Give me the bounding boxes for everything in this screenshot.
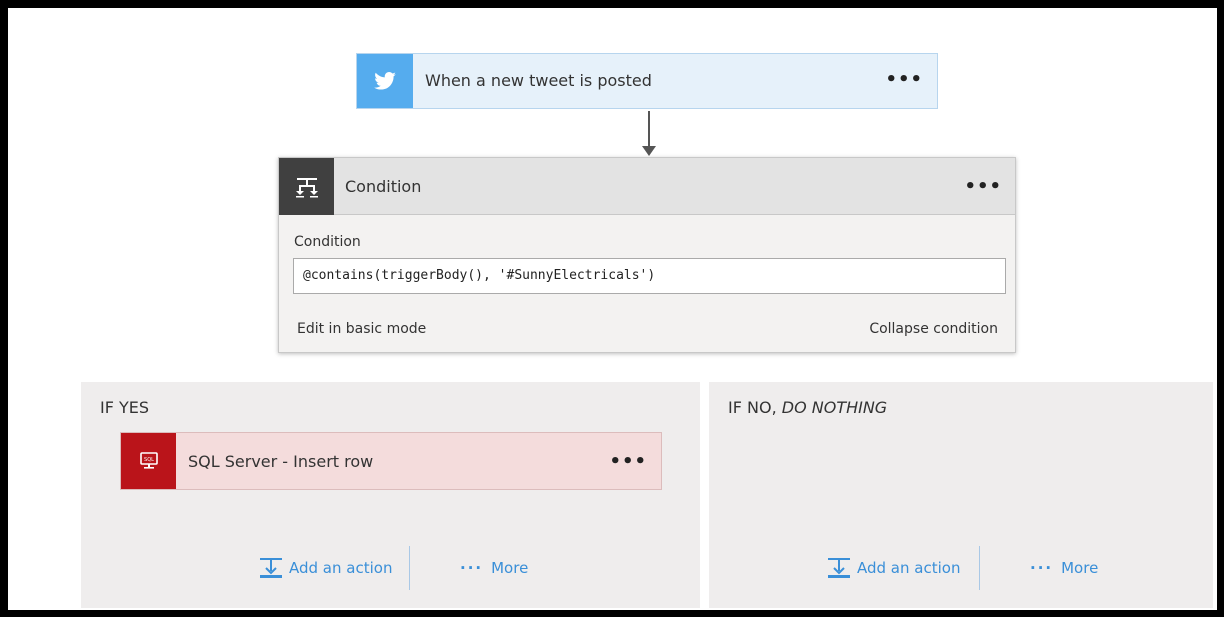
flow-arrow-icon <box>642 146 656 156</box>
twitter-bird-icon <box>357 54 413 108</box>
branch-if-no: IF NO, DO NOTHING Add an action ··· More <box>709 382 1213 608</box>
sql-card-title: SQL Server - Insert row <box>188 452 374 471</box>
action-divider <box>409 546 410 590</box>
add-action-label: Add an action <box>289 559 393 577</box>
sql-card-more-menu-button[interactable]: ••• <box>609 453 647 471</box>
more-button-yes[interactable]: ··· More <box>460 546 528 590</box>
branch-yes-actions: Add an action ··· More <box>81 546 700 590</box>
more-label: More <box>1061 559 1099 577</box>
sql-server-icon: SQL <box>121 433 176 489</box>
branch-yes-heading: IF YES <box>100 398 150 417</box>
branch-no-heading: IF NO, DO NOTHING <box>728 398 887 417</box>
flow-connector-line <box>648 111 650 147</box>
sql-insert-row-card[interactable]: SQL SQL Server - Insert row ••• <box>120 432 662 490</box>
condition-more-menu-button[interactable]: ••• <box>964 178 1002 196</box>
condition-expression-input[interactable]: @contains(triggerBody(), '#SunnyElectric… <box>293 258 1006 294</box>
branch-no-heading-emphasis: DO NOTHING <box>781 398 888 417</box>
edit-in-basic-mode-link[interactable]: Edit in basic mode <box>297 321 426 337</box>
condition-title: Condition <box>345 177 422 196</box>
more-dots-icon: ··· <box>460 559 484 577</box>
more-dots-icon: ··· <box>1030 559 1054 577</box>
trigger-card[interactable]: When a new tweet is posted ••• <box>356 53 938 109</box>
add-action-icon <box>259 556 283 580</box>
add-action-button-yes[interactable]: Add an action <box>259 546 392 590</box>
trigger-title: When a new tweet is posted <box>425 71 652 90</box>
branch-no-actions: Add an action ··· More <box>709 546 1213 590</box>
trigger-more-menu-button[interactable]: ••• <box>885 71 923 89</box>
action-divider <box>979 546 980 590</box>
add-action-icon <box>827 556 851 580</box>
add-action-button-no[interactable]: Add an action <box>827 546 960 590</box>
condition-field-label: Condition <box>294 234 361 250</box>
branch-no-heading-prefix: IF NO, <box>728 398 782 417</box>
condition-card: Condition ••• Condition @contains(trigge… <box>278 157 1016 353</box>
branch-if-yes: IF YES SQL SQL Server - Insert row ••• A… <box>81 382 700 608</box>
collapse-condition-link[interactable]: Collapse condition <box>869 321 998 337</box>
more-button-no[interactable]: ··· More <box>1030 546 1098 590</box>
add-action-label: Add an action <box>857 559 961 577</box>
condition-icon <box>279 158 334 215</box>
condition-header[interactable]: Condition ••• <box>279 158 1015 215</box>
svg-text:SQL: SQL <box>144 457 154 463</box>
more-label: More <box>491 559 529 577</box>
